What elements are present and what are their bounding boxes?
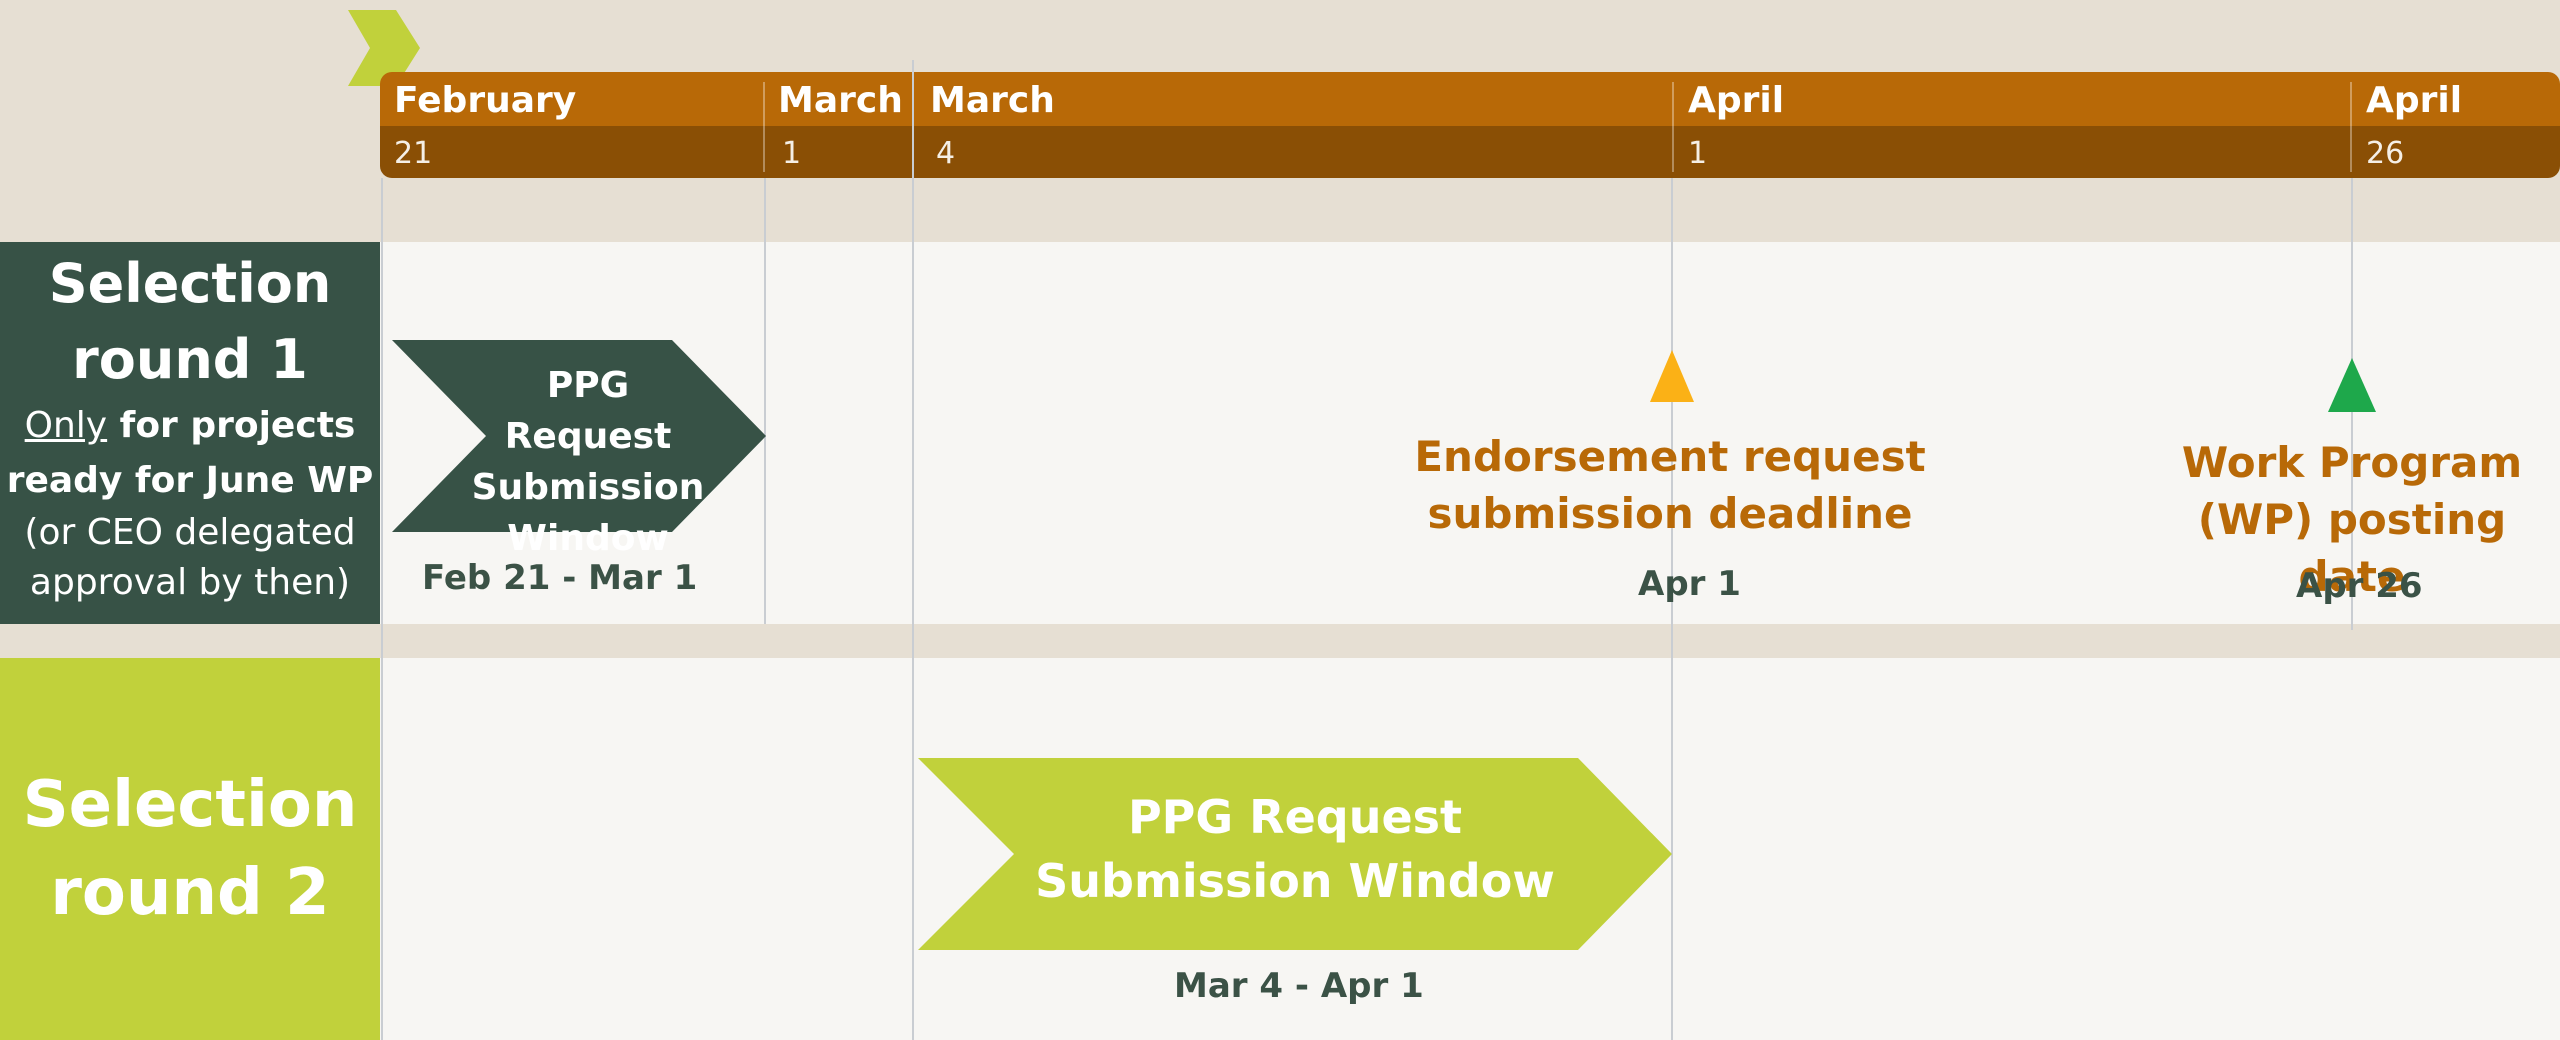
gridline-mar-4	[912, 60, 914, 1040]
month-label-april-2: April	[2366, 80, 2463, 121]
milestone-2-triangle-icon	[2328, 358, 2376, 412]
swimlane-1-note-line-1: Only for projects	[0, 398, 380, 453]
task-1-label: PPG Request Submission Window	[471, 365, 705, 559]
timescale-day-row	[380, 126, 2560, 178]
day-label-1: 1	[782, 136, 802, 171]
timescale: February March March April April 21 1 4 …	[380, 72, 2560, 178]
day-label-21: 21	[394, 136, 433, 171]
swimlane-1-note-line-2: ready for June WP	[6, 460, 374, 501]
milestone-2-date: Apr 26	[2296, 566, 2423, 606]
month-label-february: February	[394, 80, 577, 121]
swimlane-1-note-line-4: approval by then)	[29, 562, 351, 603]
timescale-tick	[763, 82, 765, 172]
day-label-1-april: 1	[1688, 136, 1708, 171]
milestone-1-triangle-icon	[1650, 350, 1694, 402]
timescale-tick	[2350, 82, 2352, 172]
task-2-label: PPG Request Submission Window	[1035, 790, 1555, 908]
swimlane-1-note-only: Only	[24, 405, 108, 446]
timescale-month-row	[380, 72, 2560, 126]
milestone-1-date: Apr 1	[1638, 564, 1741, 604]
swimlane-1-note-line-3: (or CEO delegated	[24, 512, 356, 553]
day-label-4: 4	[936, 136, 956, 171]
month-label-march-2: March	[930, 80, 1055, 121]
milestone-1-label: Endorsement request submission deadline	[1414, 432, 1926, 538]
timescale-tick	[1672, 82, 1674, 172]
swimlane-2-label: Selection round 2	[0, 658, 380, 1040]
month-label-april: April	[1688, 80, 1785, 121]
gridline-feb-21	[381, 178, 383, 1040]
task-2-dates: Mar 4 - Apr 1	[1174, 966, 1424, 1006]
swimlane-1-note-bold: for projects	[107, 405, 356, 446]
swimlane-1-title: Selection round 1	[48, 252, 332, 391]
swimlane-1-label: Selection round 1 Only for projects read…	[0, 242, 380, 624]
day-label-26: 26	[2366, 136, 2405, 171]
swimlane-2-title: Selection round 2	[22, 768, 358, 930]
month-label-march: March	[778, 80, 903, 121]
task-1-dates: Feb 21 - Mar 1	[422, 558, 698, 598]
